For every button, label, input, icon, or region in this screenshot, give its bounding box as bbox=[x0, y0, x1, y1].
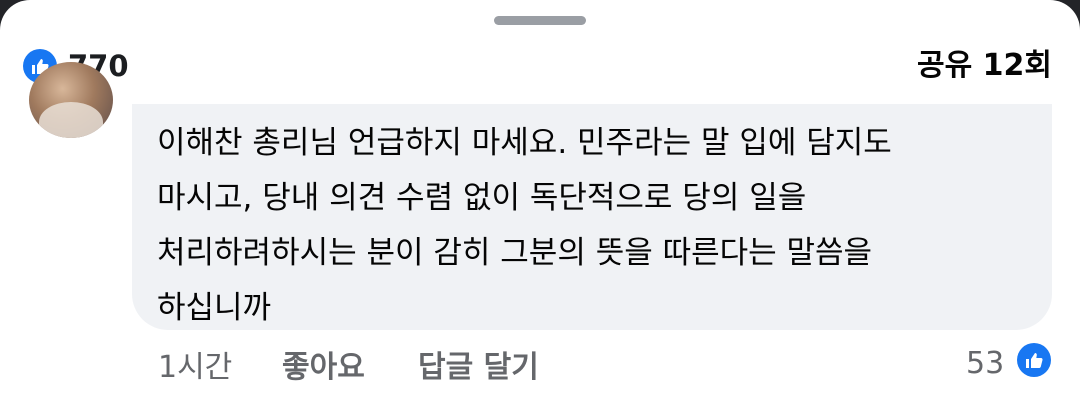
comment-bubble[interactable]: 이해찬 총리님 언급하지 마세요. 민주라는 말 입에 담지도 마시고, 당내 … bbox=[132, 104, 1052, 330]
reply-button[interactable]: 답글 달기 bbox=[418, 344, 539, 392]
comments-sheet: 770 공유 12회 이해찬 총리님 언급하지 마세요. 민주라는 말 입에 담… bbox=[0, 0, 1080, 406]
comment-like-count[interactable]: 53 bbox=[966, 340, 1004, 388]
header-area bbox=[0, 0, 1080, 104]
comment-text: 이해찬 총리님 언급하지 마세요. 민주라는 말 입에 담지도 마시고, 당내 … bbox=[157, 125, 892, 326]
like-icon bbox=[1017, 343, 1051, 377]
like-button[interactable]: 좋아요 bbox=[282, 344, 365, 392]
comment-timestamp: 1시간 bbox=[158, 350, 233, 385]
thumbs-up-glyph bbox=[1026, 353, 1043, 368]
